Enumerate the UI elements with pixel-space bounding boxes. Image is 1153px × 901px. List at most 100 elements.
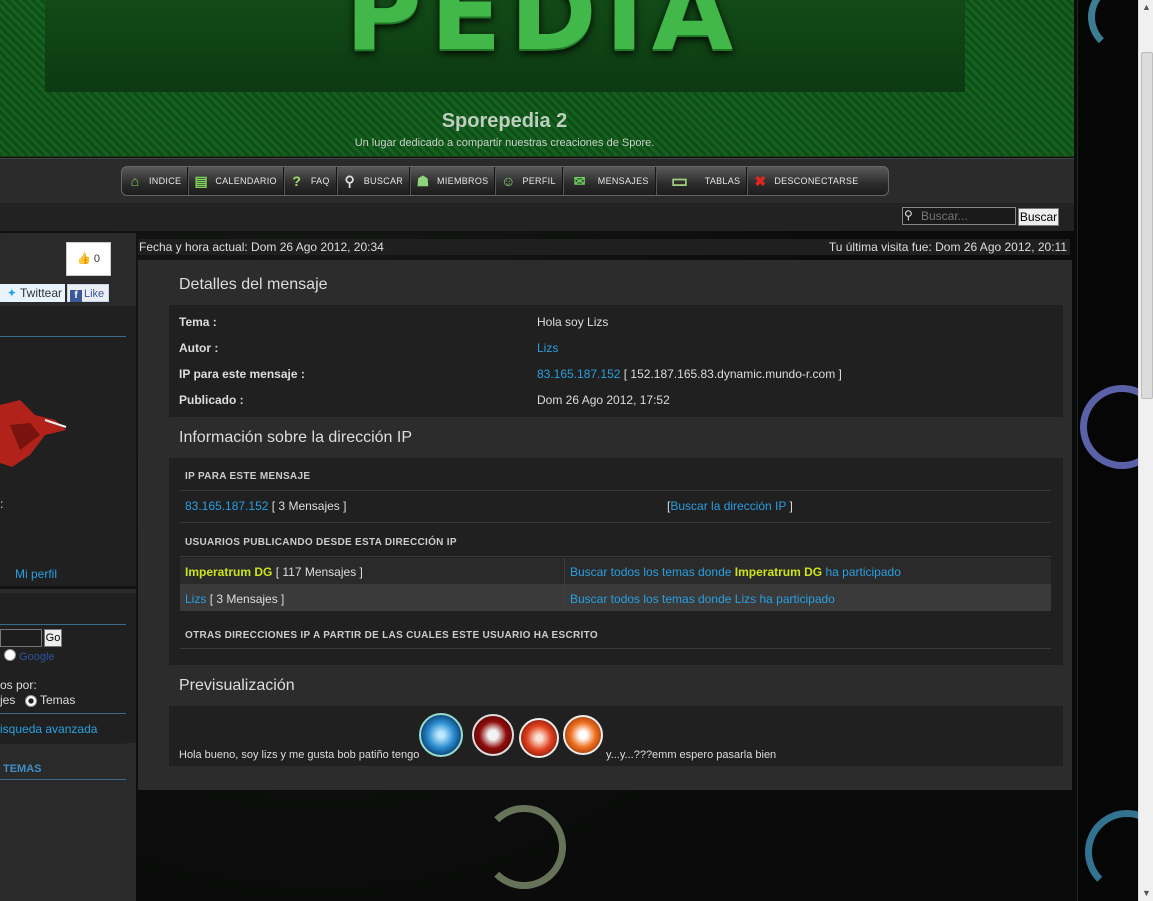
search-topics-link[interactable]: Buscar todos los temas donde [570, 565, 731, 579]
envelope-icon: ✉ [573, 173, 586, 189]
nav-calendario[interactable]: ▤ CALENDARIO [188, 167, 284, 195]
fb-like-label: Like [84, 288, 105, 300]
nav-faq[interactable]: ? FAQ [284, 167, 337, 195]
current-datetime: Fecha y hora actual: Dom 26 Ago 2012, 20… [139, 240, 384, 254]
temas-radio[interactable] [25, 695, 37, 707]
nav-label: BUSCAR [363, 176, 404, 186]
details-heading: Detalles del mensaje [179, 276, 328, 293]
nav-desconectarse[interactable]: ✖ DESCONECTARSE [747, 167, 864, 195]
preview-text-before: Hola bueno, soy lizs y me gusta bob pati… [179, 749, 420, 761]
option-temas[interactable]: Temas [40, 693, 75, 707]
divider [180, 522, 1051, 523]
other-ips-header: OTRAS DIRECCIONES IP A PARTIR DE LAS CUA… [185, 630, 598, 641]
scrollbar-thumb[interactable] [1141, 52, 1153, 399]
column-divider [564, 558, 565, 584]
nav-buscar[interactable]: ⚲ BUSCAR [337, 167, 411, 195]
scroll-up-icon[interactable]: ▲ [1139, 0, 1153, 15]
divider [0, 779, 126, 780]
search-topics-link-suffix[interactable]: ha participado [759, 592, 834, 606]
nav-label: PERFIL [522, 176, 556, 186]
twitter-label: Twittear [19, 286, 62, 300]
vertical-scrollbar[interactable]: ▲ ▼ [1138, 0, 1153, 901]
ip-address-link[interactable]: 83.165.187.152 [185, 499, 268, 513]
user-link[interactable]: Lizs [185, 592, 206, 606]
users-section-header: USUARIOS PUBLICANDO DESDE ESTA DIRECCIÓN… [185, 537, 457, 548]
search-topics-link[interactable]: Buscar todos los temas donde [570, 592, 731, 606]
sidebar-search-input[interactable] [0, 629, 42, 647]
lookup-ip-link[interactable]: Buscar la dirección IP [670, 499, 786, 513]
search-icon: ⚲ [904, 208, 913, 222]
ip-row: 83.165.187.152 [ 3 Mensajes ] [Buscar la… [180, 492, 1051, 518]
ipinfo-heading: Información sobre la dirección IP [179, 429, 412, 446]
google-radio[interactable] [4, 649, 16, 661]
divider [180, 556, 1051, 557]
search-button[interactable]: Buscar [1018, 208, 1059, 226]
nav-miembros[interactable]: ☗ MIEMBROS [410, 167, 496, 195]
ip-lookup-cell: [Buscar la dirección IP ] [667, 499, 793, 513]
user-search-cell[interactable]: Buscar todos los temas donde Lizs ha par… [570, 592, 835, 606]
nav-label: FAQ [310, 176, 330, 186]
publicado-value: Dom 26 Ago 2012, 17:52 [537, 393, 670, 407]
divider [180, 490, 1051, 491]
nav-label: TABLAS [704, 176, 741, 186]
nav-label: INDICE [149, 176, 182, 186]
tema-value: Hola soy Lizs [537, 315, 609, 329]
nav-perfil[interactable]: ☺ PERFIL [495, 167, 563, 195]
google-label: Google [19, 651, 55, 663]
google-option[interactable]: Google [4, 649, 55, 663]
twitter-button[interactable]: ✦ Twittear [0, 284, 65, 302]
mi-perfil-link[interactable]: Mi perfil [15, 567, 57, 581]
members-icon: ☗ [416, 173, 430, 189]
user-cell: Lizs [ 3 Mensajes ] [185, 592, 284, 606]
site-subtitle: Un lugar dedicado a compartir nuestras c… [354, 137, 655, 149]
search-username[interactable]: Imperatrum DG [735, 565, 822, 579]
nav-label: MENSAJES [597, 176, 649, 186]
tema-label: Tema : [179, 315, 217, 329]
divider [0, 336, 126, 337]
user-cell: Imperatrum DG [ 117 Mensajes ] [185, 565, 363, 579]
option-mensajes[interactable]: jes [0, 693, 15, 707]
user-count: [ 3 Mensajes ] [209, 592, 285, 606]
go-button[interactable]: Go [44, 629, 62, 647]
divider [180, 648, 1051, 649]
spore-swirl-decor [482, 805, 566, 889]
preview-text-after: y...y...???emm espero pasarla bien [606, 749, 777, 761]
autor-label: Autor : [179, 341, 219, 355]
nav-mensajes[interactable]: ✉ MENSAJES [563, 167, 656, 195]
logout-icon: ✖ [754, 173, 767, 189]
user-link[interactable]: Imperatrum DG [185, 565, 272, 579]
nav-tablas[interactable]: ▭ TABLAS [656, 167, 748, 195]
last-visit: Tu última visita fue: Dom 26 Ago 2012, 2… [828, 240, 1067, 254]
site-header: PEDIA Sporepedia 2 Un lugar dedicado a c… [0, 0, 1074, 157]
column-divider [564, 585, 565, 611]
divider [0, 743, 126, 744]
logo[interactable]: PEDIA [345, 0, 741, 74]
scroll-down-icon[interactable]: ▼ [1139, 886, 1153, 901]
divider [0, 624, 126, 625]
ip-link[interactable]: 83.165.187.152 [537, 367, 620, 381]
user-avatar [0, 400, 67, 467]
spore-swirl-emoticon [419, 713, 463, 757]
logo-banner: PEDIA [45, 0, 965, 92]
advanced-search-link[interactable]: isqueda avanzada [0, 722, 97, 736]
spore-tool-emoticon [519, 718, 559, 758]
facebook-like-button[interactable]: f Like [67, 284, 109, 302]
fb-count: 0 [93, 253, 100, 265]
temas-header: TEMAS [3, 763, 42, 775]
bracket: ] [789, 499, 793, 513]
search-topics-link-suffix[interactable]: ha participado [825, 565, 900, 579]
nav-indice[interactable]: ⌂ INDICE [122, 167, 189, 195]
table-row: Imperatrum DG [ 117 Mensajes ] Buscar to… [180, 558, 1051, 584]
autor-link[interactable]: Lizs [537, 341, 558, 355]
search-input[interactable] [902, 207, 1016, 225]
question-icon: ? [292, 173, 302, 189]
fb-like-count: 👍 0 [66, 242, 111, 276]
spore-creature-emoticon [563, 715, 603, 755]
user-search-cell[interactable]: Buscar todos los temas donde Imperatrum … [570, 565, 901, 579]
calendar-icon: ▤ [194, 173, 209, 189]
facebook-icon: f [70, 290, 82, 302]
table-row: Lizs [ 3 Mensajes ] Buscar todos los tem… [180, 585, 1051, 611]
search-username[interactable]: Lizs [735, 592, 756, 606]
site-title: Sporepedia 2 [441, 110, 568, 132]
thumbs-up-icon: 👍 [77, 253, 91, 265]
